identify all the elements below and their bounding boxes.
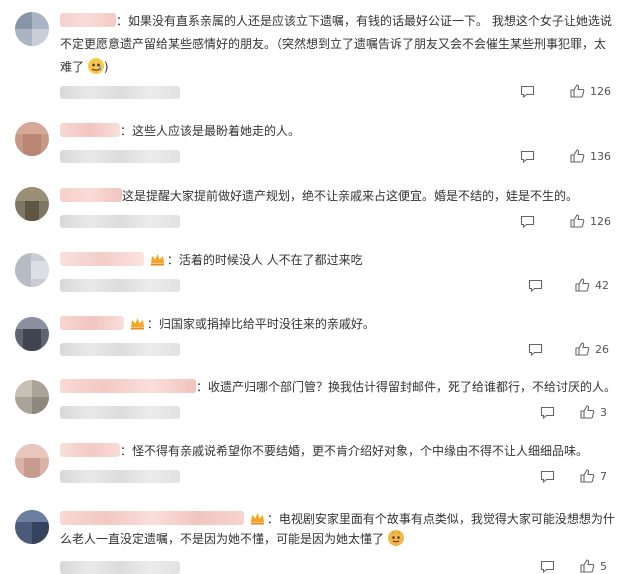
username[interactable]: [60, 379, 196, 393]
reply-icon[interactable]: [540, 560, 555, 573]
like-icon[interactable]: [570, 214, 585, 228]
crown-badge-icon: [149, 252, 166, 267]
like-icon[interactable]: [570, 149, 585, 163]
like-icon[interactable]: [580, 405, 595, 419]
comment-text-line: ：如果没有直系亲属的人还是应该立下遗嘱，有钱的话最好公证一下。 我想这个女子让她…: [60, 10, 612, 33]
comment-text-line: 不定更愿意遗产留给某些感情好的朋友。（突然想到立了遗嘱告诉了朋友又会不会催生某些…: [60, 37, 607, 51]
timestamp: [60, 150, 180, 163]
avatar[interactable]: [15, 187, 49, 221]
like-count: 126: [590, 215, 611, 228]
comment-text-line: 么老人一直没定遗嘱，不是因为她不懂，可能是因为她太懂了: [60, 528, 404, 551]
username[interactable]: [60, 123, 120, 137]
reply-icon[interactable]: [540, 406, 555, 419]
timestamp: [60, 561, 180, 574]
timestamp: [60, 343, 180, 356]
like-count: 126: [590, 85, 611, 98]
reply-icon[interactable]: [520, 85, 535, 98]
crown-badge-icon: [129, 316, 146, 331]
reply-icon[interactable]: [520, 215, 535, 228]
like-icon[interactable]: [575, 342, 590, 356]
avatar[interactable]: [15, 380, 49, 414]
timestamp: [60, 470, 180, 483]
emoji-icon: [387, 530, 404, 546]
like-count: 42: [595, 279, 609, 292]
avatar[interactable]: [15, 510, 49, 544]
avatar[interactable]: [15, 12, 49, 46]
reply-icon[interactable]: [528, 279, 543, 292]
username[interactable]: [60, 443, 120, 457]
timestamp: [60, 215, 180, 228]
comment-text-line: 难了 ): [60, 58, 109, 74]
comment-text-line: ：这些人应该是最盼着她走的人。: [60, 120, 300, 143]
reply-icon[interactable]: [520, 150, 535, 163]
username[interactable]: [60, 252, 144, 266]
comment-text-line: ：活着的时候没人 人不在了都过来吃: [60, 249, 363, 272]
like-icon[interactable]: [575, 278, 590, 292]
timestamp: [60, 406, 180, 419]
avatar[interactable]: [15, 444, 49, 478]
comment-text-line: ：收遗产归哪个部门管？换我估计得留封邮件，死了给谁都行，不给讨厌的人。: [60, 376, 616, 399]
avatar[interactable]: [15, 122, 49, 156]
reply-icon[interactable]: [528, 343, 543, 356]
like-count: 5: [600, 560, 607, 573]
username[interactable]: [60, 13, 116, 27]
like-icon[interactable]: [580, 469, 595, 483]
like-count: 3: [600, 406, 607, 419]
avatar[interactable]: [15, 253, 49, 287]
timestamp: [60, 279, 180, 292]
reply-icon[interactable]: [540, 470, 555, 483]
emoji-icon: [87, 58, 104, 74]
comment-text-line: 这是提醒大家提前做好遗产规划，绝不让亲戚来占这便宜。婚是不结的，娃是不生的。: [60, 185, 578, 208]
like-icon[interactable]: [580, 559, 595, 573]
username[interactable]: [60, 316, 124, 330]
like-count: 136: [590, 150, 611, 163]
timestamp: [60, 86, 180, 99]
username[interactable]: [60, 188, 122, 202]
username[interactable]: [60, 511, 244, 525]
avatar[interactable]: [15, 317, 49, 351]
crown-badge-icon: [249, 511, 266, 526]
like-count: 26: [595, 343, 609, 356]
like-icon[interactable]: [570, 84, 585, 98]
comment-text-line: ：怪不得有亲戚说希望你不要结婚，更不肯介绍好对象，个中缘由不得不让人细细品味。: [60, 440, 588, 463]
like-count: 7: [600, 470, 607, 483]
comment-text-line: ：归国家或捐掉比给平时没往来的亲戚好。: [60, 313, 375, 336]
